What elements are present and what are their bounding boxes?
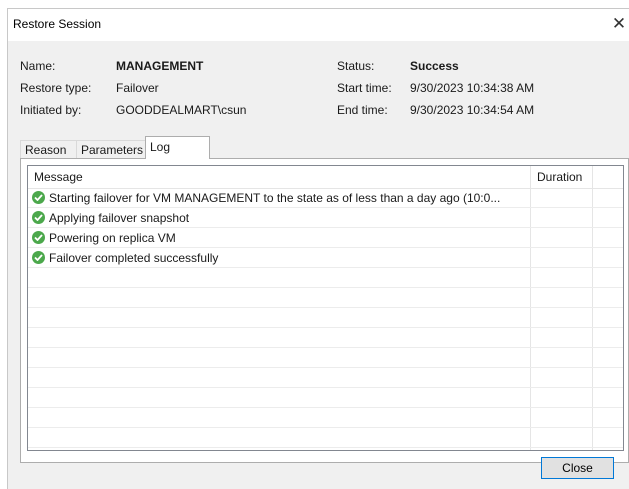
name-value: MANAGEMENT [116, 59, 204, 73]
restore-type-label: Restore type: [20, 81, 92, 95]
status-value: Success [410, 59, 459, 73]
success-check-icon [32, 191, 45, 204]
status-label: Status: [337, 59, 375, 73]
name-label: Name: [20, 59, 56, 73]
close-window-icon[interactable]: ✕ [609, 12, 629, 36]
start-time-value: 9/30/2023 10:34:38 AM [410, 81, 535, 95]
empty-row [28, 328, 623, 348]
success-check-icon [32, 211, 45, 224]
log-tab-panel: Message Duration Starting failover for V… [20, 158, 629, 463]
log-message: Powering on replica VM [49, 231, 176, 245]
log-row[interactable]: Applying failover snapshot [28, 208, 623, 228]
initiated-by-value: GOODDEALMART\csun [116, 103, 247, 117]
restore-type-value: Failover [116, 81, 159, 95]
tab-log[interactable]: Log [145, 136, 210, 159]
empty-row [28, 348, 623, 368]
title-bar: Restore Session ✕ [8, 9, 629, 41]
success-check-icon [32, 231, 45, 244]
column-header-message[interactable]: Message [28, 166, 531, 188]
tab-reason[interactable]: Reason [20, 140, 77, 158]
log-grid-header: Message Duration [28, 166, 623, 189]
log-row[interactable]: Failover completed successfully [28, 248, 623, 268]
empty-row [28, 288, 623, 308]
end-time-value: 9/30/2023 10:34:54 AM [410, 103, 535, 117]
empty-row [28, 428, 623, 448]
empty-row [28, 408, 623, 428]
column-header-duration[interactable]: Duration [531, 166, 593, 188]
log-grid[interactable]: Message Duration Starting failover for V… [27, 165, 624, 451]
end-time-label: End time: [337, 103, 388, 117]
start-time-label: Start time: [337, 81, 392, 95]
restore-session-dialog: Restore Session ✕ Name: MANAGEMENT Resto… [7, 8, 629, 489]
tab-parameters[interactable]: Parameters [76, 140, 146, 158]
empty-row [28, 388, 623, 408]
initiated-by-label: Initiated by: [20, 103, 82, 117]
log-row[interactable]: Powering on replica VM [28, 228, 623, 248]
dialog-title: Restore Session [13, 17, 102, 31]
log-row[interactable]: Starting failover for VM MANAGEMENT to t… [28, 188, 623, 208]
success-check-icon [32, 251, 45, 264]
empty-row [28, 308, 623, 328]
log-message: Applying failover snapshot [49, 211, 190, 225]
empty-row [28, 268, 623, 288]
close-button[interactable]: Close [541, 457, 614, 479]
log-message: Failover completed successfully [49, 251, 219, 265]
empty-row [28, 368, 623, 388]
log-message: Starting failover for VM MANAGEMENT to t… [49, 191, 501, 205]
